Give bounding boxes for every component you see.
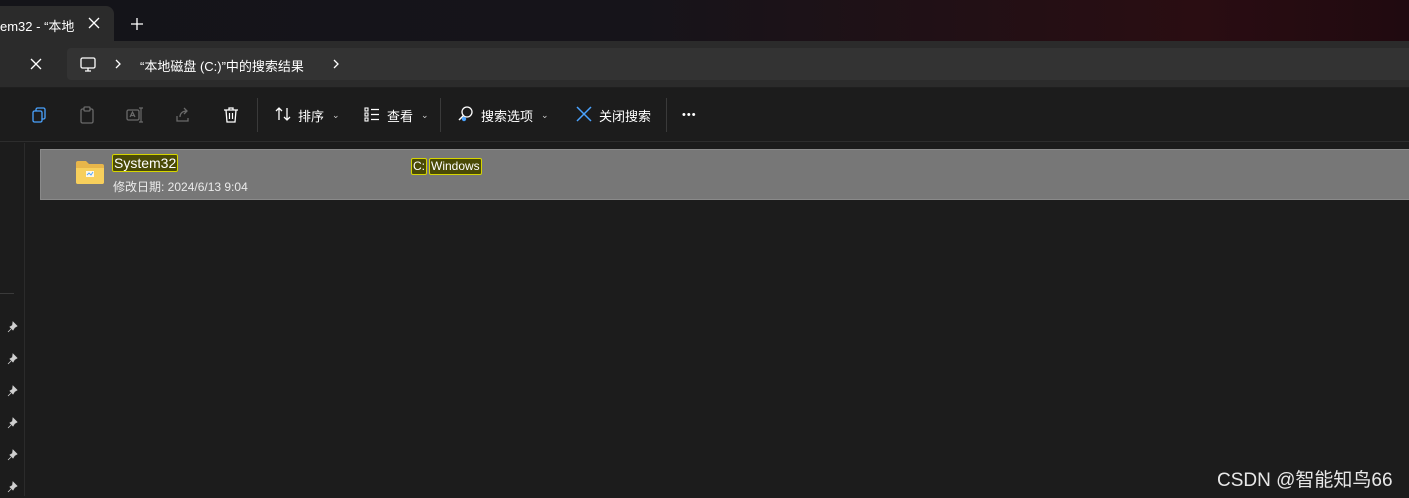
list-view-icon xyxy=(363,105,381,126)
breadcrumb-search-results[interactable]: “本地磁盘 (C:)”中的搜索结果 xyxy=(140,56,304,75)
result-row[interactable]: System32 修改日期: 2024/6/13 9:04 C: Windows xyxy=(40,149,1409,200)
folder-icon xyxy=(75,159,105,185)
chevron-right-icon[interactable] xyxy=(330,57,342,71)
path-folder: Windows xyxy=(429,158,482,175)
tab-title: em32 - “本地 xyxy=(0,19,75,34)
pin-icon[interactable] xyxy=(7,384,19,397)
navigation-pane xyxy=(0,143,25,496)
result-path: C: Windows xyxy=(411,158,482,175)
close-search-x-icon[interactable] xyxy=(26,54,46,74)
rename-icon[interactable] xyxy=(126,106,144,124)
close-search-label: 关闭搜索 xyxy=(599,108,652,124)
pin-icon[interactable] xyxy=(7,416,19,429)
result-name: System32 xyxy=(112,154,179,172)
view-button[interactable]: 查看 ⌄ xyxy=(363,103,429,127)
close-search-icon xyxy=(575,105,593,126)
sort-button[interactable]: 排序 ⌄ xyxy=(274,103,340,127)
view-label: 查看 xyxy=(387,108,414,124)
sort-icon xyxy=(274,105,292,126)
address-bar-row: “本地磁盘 (C:)”中的搜索结果 xyxy=(0,41,1409,87)
result-name-text: System32 xyxy=(112,154,179,172)
command-bar: 排序 ⌄ 查看 ⌄ 搜索选项 ⌄ 关闭搜索 ••• xyxy=(0,88,1409,142)
address-field[interactable]: “本地磁盘 (C:)”中的搜索结果 xyxy=(67,48,1409,80)
search-options-button[interactable]: 搜索选项 ⌄ xyxy=(457,103,549,127)
nav-separator xyxy=(0,293,14,294)
chevron-down-icon: ⌄ xyxy=(332,109,340,120)
search-options-label: 搜索选项 xyxy=(481,108,534,124)
search-results-pane: System32 修改日期: 2024/6/13 9:04 C: Windows xyxy=(26,143,1409,496)
result-modified-date: 修改日期: 2024/6/13 9:04 xyxy=(113,180,248,194)
toolbar-separator xyxy=(440,98,441,132)
toolbar-separator xyxy=(666,98,667,132)
pin-icon[interactable] xyxy=(7,352,19,365)
share-icon[interactable] xyxy=(174,106,192,124)
chevron-down-icon: ⌄ xyxy=(421,109,429,120)
chevron-right-icon[interactable] xyxy=(112,57,124,71)
pin-icon[interactable] xyxy=(7,480,19,493)
watermark-text: CSDN @智能知鸟66 xyxy=(1217,470,1393,491)
chevron-down-icon: ⌄ xyxy=(541,109,549,120)
more-options-button[interactable]: ••• xyxy=(682,103,697,127)
close-search-button[interactable]: 关闭搜索 xyxy=(575,103,651,127)
paste-icon[interactable] xyxy=(78,106,96,124)
search-options-icon xyxy=(457,105,475,126)
tab-search-results[interactable]: em32 - “本地 xyxy=(0,6,114,41)
title-bar: em32 - “本地 xyxy=(0,0,1409,41)
toolbar-separator xyxy=(257,98,258,132)
path-drive: C: xyxy=(411,158,427,175)
new-tab-plus-icon[interactable] xyxy=(127,14,147,34)
copy-icon[interactable] xyxy=(30,106,48,124)
pin-icon[interactable] xyxy=(7,320,19,333)
monitor-icon[interactable] xyxy=(79,55,97,73)
sort-label: 排序 xyxy=(298,108,325,124)
pin-icon[interactable] xyxy=(7,448,19,461)
tab-close-icon[interactable] xyxy=(84,13,104,33)
more-icon: ••• xyxy=(682,109,697,121)
delete-icon[interactable] xyxy=(222,106,240,124)
